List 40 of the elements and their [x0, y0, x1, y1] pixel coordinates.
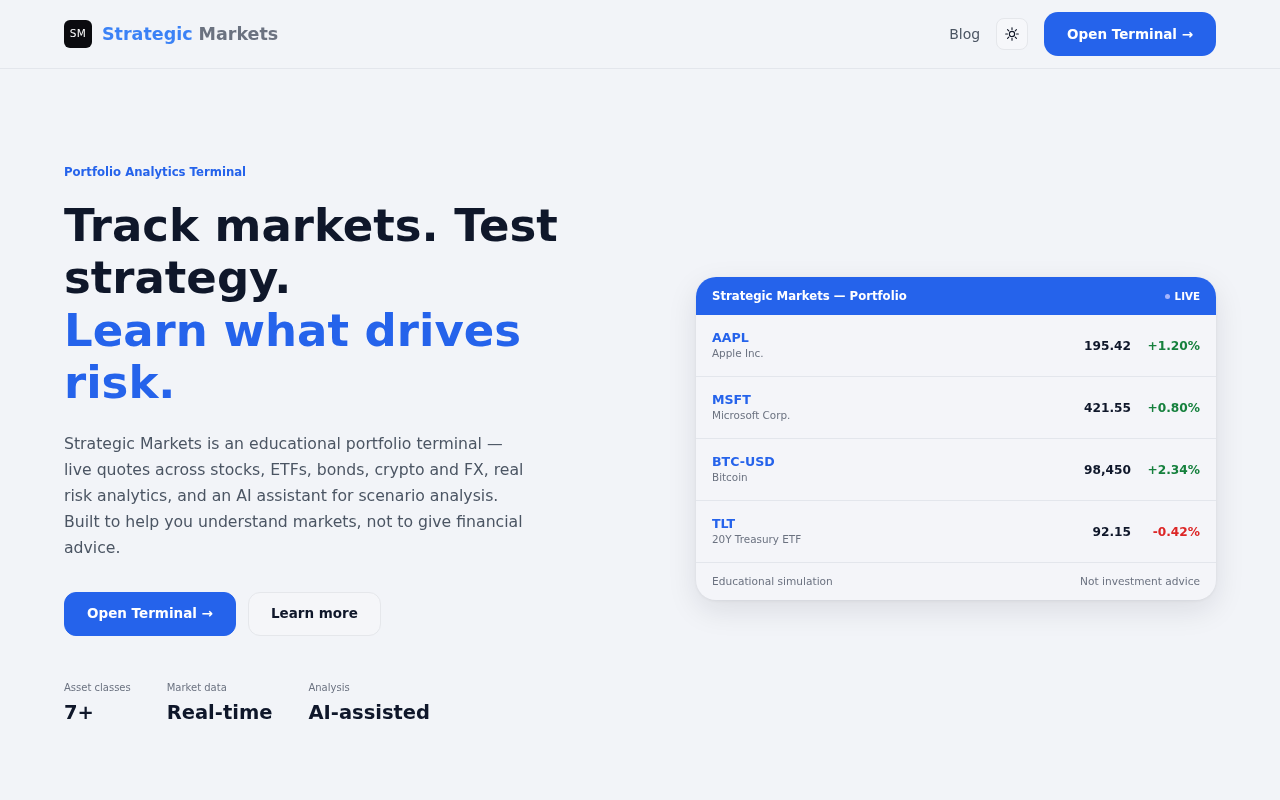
status-dot-icon	[1164, 293, 1170, 299]
footer-note: Not investment advice	[1080, 574, 1200, 589]
price-change: +2.34%	[1146, 461, 1200, 479]
headline-text: Track markets. Test strategy.	[64, 199, 559, 305]
live-status: LIVE	[1174, 288, 1200, 304]
ticker-symbol: MSFT	[712, 392, 752, 409]
footer-note: Educational simulation	[712, 574, 833, 589]
company-name: Microsoft Corp.	[712, 408, 791, 424]
price-value: 98,450	[1083, 461, 1131, 479]
logo-mark[interactable]: SM	[64, 20, 92, 48]
stat-value: AI-assisted	[308, 700, 431, 724]
company-name: Apple Inc.	[712, 346, 764, 362]
price-value: 92.15	[1092, 523, 1131, 541]
open-terminal-button[interactable]: Open Terminal →	[1044, 12, 1216, 56]
ticker-symbol: AAPL	[712, 330, 750, 347]
headline-accent-text: Learn what drives risk.	[64, 304, 523, 410]
theme-toggle-button[interactable]	[996, 18, 1029, 50]
learn-more-button[interactable]: Learn more	[247, 591, 381, 636]
stat-value: 7+	[64, 700, 95, 724]
eyebrow-text: Portfolio Analytics Terminal	[64, 164, 248, 181]
nav-link[interactable]: Blog	[949, 23, 981, 45]
brand-word[interactable]: Strategic	[102, 20, 193, 48]
hero-description: Strategic Markets is an educational portfolio terminal — live quotes across stocks, ETFs, bonds, crypto and FX, real risk analytics, and an AI assistant for scenario analysis. Built to help you understand markets, not to give financial advice.	[64, 432, 525, 560]
price-change: -0.42%	[1151, 523, 1200, 541]
stat-label: Market data	[166, 680, 228, 695]
company-name: Bitcoin	[712, 470, 749, 486]
stat-label: Asset classes	[64, 680, 131, 695]
ticker-symbol: BTC-USD	[712, 454, 775, 471]
brand-word[interactable]: Markets	[198, 20, 279, 48]
card-title: Strategic Markets — Portfolio	[712, 287, 907, 305]
sun-icon	[1005, 27, 1020, 41]
price-change: +0.80%	[1146, 399, 1200, 417]
stat-value: Real-time	[166, 700, 273, 724]
company-name: 20Y Treasury ETF	[712, 532, 802, 548]
stat-label: Analysis	[308, 680, 351, 695]
open-terminal-button[interactable]: Open Terminal →	[64, 591, 236, 636]
price-value: 421.55	[1083, 399, 1131, 417]
price-change: +1.20%	[1146, 337, 1200, 355]
ticker-symbol: TLT	[712, 516, 737, 533]
price-value: 195.42	[1083, 337, 1131, 355]
